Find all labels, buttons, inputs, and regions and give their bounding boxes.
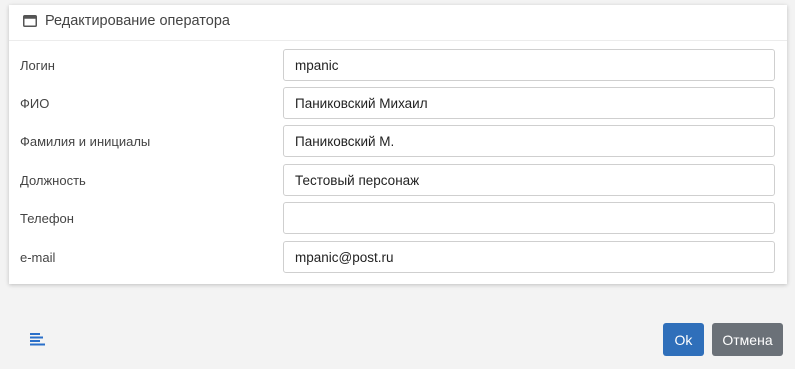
full-name-input[interactable] bbox=[283, 87, 775, 119]
phone-label: Телефон bbox=[20, 211, 74, 226]
short-name-input[interactable] bbox=[283, 125, 775, 157]
form-row-login: Логин bbox=[9, 49, 787, 82]
form-row-phone: Телефон bbox=[9, 202, 787, 235]
login-label: Логин bbox=[20, 58, 55, 73]
panel-header: Редактирование оператора bbox=[9, 5, 787, 41]
form-row-email: e-mail bbox=[9, 241, 787, 274]
cancel-button[interactable]: Отмена bbox=[712, 323, 783, 356]
form-row-position: Должность bbox=[9, 164, 787, 197]
form-row-short-name: Фамилия и инициалы bbox=[9, 125, 787, 158]
full-name-label: ФИО bbox=[20, 96, 50, 111]
ok-button[interactable]: Ok bbox=[663, 323, 704, 356]
phone-input[interactable] bbox=[283, 202, 775, 234]
operator-edit-panel: Редактирование оператора Логин ФИО Фамил… bbox=[9, 5, 787, 284]
position-input[interactable] bbox=[283, 164, 775, 196]
form-row-full-name: ФИО bbox=[9, 87, 787, 120]
panel-title: Редактирование оператора bbox=[45, 13, 230, 29]
login-input[interactable] bbox=[283, 49, 775, 81]
email-label: e-mail bbox=[20, 250, 56, 265]
email-input[interactable] bbox=[283, 241, 775, 273]
menu-lines-icon[interactable] bbox=[30, 333, 45, 346]
short-name-label: Фамилия и инициалы bbox=[20, 134, 151, 149]
window-icon bbox=[23, 15, 37, 27]
position-label: Должность bbox=[20, 173, 86, 188]
